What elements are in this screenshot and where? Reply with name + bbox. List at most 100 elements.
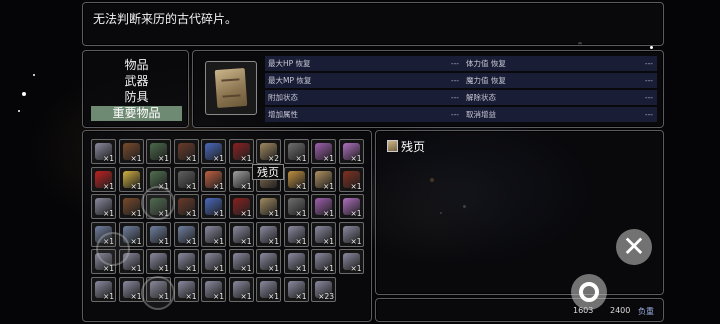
item-count: ×1 xyxy=(322,181,334,191)
inventory-slot[interactable]: ×1 xyxy=(256,249,281,274)
stat-label: 体力值 恢复 xyxy=(466,59,506,68)
virtual-button-ghost xyxy=(96,232,130,266)
inventory-slot[interactable]: ×1 xyxy=(228,166,254,192)
inventory-slot[interactable]: ×1 xyxy=(173,221,199,247)
item-count: ×1 xyxy=(102,181,114,191)
inventory-slot[interactable]: ×1 xyxy=(228,221,254,247)
item-count: ×1 xyxy=(240,264,252,273)
item-count: ×1 xyxy=(185,154,197,163)
inventory-slot[interactable]: ×1 xyxy=(201,276,226,302)
category-key-items[interactable]: 重要物品 xyxy=(91,106,182,121)
inventory-slot[interactable]: ×1 xyxy=(283,194,309,219)
stat-value: --- xyxy=(450,59,459,68)
confirm-button[interactable] xyxy=(571,274,607,310)
inventory-slot[interactable]: ×1 xyxy=(311,249,336,274)
close-icon: ✕ xyxy=(622,230,646,263)
item-count: ×1 xyxy=(240,154,252,163)
scroll-page-icon xyxy=(387,140,398,152)
item-count: ×1 xyxy=(295,181,307,191)
item-count: ×1 xyxy=(322,236,334,246)
item-count: ×1 xyxy=(157,264,169,273)
inventory-slot[interactable]: ×1 xyxy=(91,166,116,192)
category-armor[interactable]: 防具 xyxy=(91,90,182,105)
weight-label: 负重 xyxy=(638,307,654,316)
item-count: ×1 xyxy=(102,154,114,163)
stat-value: --- xyxy=(450,93,459,102)
inventory-slot[interactable]: ×1 xyxy=(173,139,199,164)
scroll-page-icon xyxy=(205,61,257,115)
item-count: ×1 xyxy=(212,181,224,191)
inventory-slot[interactable]: ×1 xyxy=(201,249,226,274)
inventory-slot[interactable]: ×1 xyxy=(311,221,336,247)
inventory-slot[interactable]: ×1 xyxy=(173,166,199,192)
inventory-slot[interactable]: ×1 xyxy=(228,249,254,274)
item-count: ×1 xyxy=(350,209,362,218)
stat-row: 最大MP 恢复 --- xyxy=(265,73,463,88)
inventory-slot[interactable]: ×1 xyxy=(338,221,364,247)
inventory-slot[interactable]: ×1 xyxy=(338,139,364,164)
item-count: ×1 xyxy=(350,181,362,191)
inventory-slot[interactable]: ×1 xyxy=(311,166,336,192)
weight-panel: 1603 2400 负重 xyxy=(375,298,664,322)
item-count: ×1 xyxy=(130,209,142,218)
item-description-text: 无法判断来历的古代碎片。 xyxy=(93,12,238,26)
inventory-slot[interactable]: ×1 xyxy=(146,139,171,164)
inventory-slot[interactable]: ×1 xyxy=(201,194,226,219)
inventory-slot[interactable]: ×1 xyxy=(118,276,144,302)
item-count: ×1 xyxy=(212,209,224,218)
item-count: ×1 xyxy=(267,291,279,301)
inventory-slot[interactable]: ×1 xyxy=(201,221,226,247)
stat-row: 最大HP 恢复 --- xyxy=(265,56,463,71)
close-button[interactable]: ✕ xyxy=(616,229,652,265)
inventory-slot[interactable]: ×1 xyxy=(283,276,309,302)
stat-row: 解除状态 --- xyxy=(463,90,657,105)
inventory-slot[interactable]: ×1 xyxy=(201,166,226,192)
inventory-slot[interactable]: ×1 xyxy=(118,194,144,219)
inventory-slot[interactable]: ×1 xyxy=(256,276,281,302)
inventory-slot[interactable]: ×1 xyxy=(201,139,226,164)
stat-row: 取消增益 --- xyxy=(463,107,657,122)
inventory-slot[interactable]: ×1 xyxy=(91,139,116,164)
inventory-slot[interactable]: ×1 xyxy=(311,139,336,164)
stat-label: 最大MP 恢复 xyxy=(268,76,312,85)
inventory-slot[interactable]: ×1 xyxy=(146,249,171,274)
inventory-slot[interactable]: ×1 xyxy=(283,249,309,274)
inventory-slot[interactable]: ×1 xyxy=(91,194,116,219)
stat-label: 增加属性 xyxy=(268,110,298,119)
inventory-slot[interactable]: ×1 xyxy=(283,221,309,247)
inventory-slot[interactable]: ×1 xyxy=(118,166,144,192)
inventory-slot[interactable]: ×1 xyxy=(228,194,254,219)
inventory-slot[interactable]: ×1 xyxy=(338,194,364,219)
inventory-slot[interactable]: ×1 xyxy=(173,194,199,219)
inventory-slot[interactable]: ×1 xyxy=(256,221,281,247)
inventory-slot[interactable]: ×1 xyxy=(91,276,116,302)
inventory-slot[interactable]: ×1 xyxy=(146,221,171,247)
item-count: ×1 xyxy=(267,209,279,218)
inventory-slot[interactable]: ×1 xyxy=(228,276,254,302)
star-decoration xyxy=(33,74,35,76)
inventory-slot[interactable]: ×1 xyxy=(256,194,281,219)
stat-value: --- xyxy=(450,76,459,85)
inventory-slot[interactable]: ×1 xyxy=(283,166,309,192)
inventory-slot[interactable]: ×1 xyxy=(283,139,309,164)
item-count: ×23 xyxy=(318,291,334,301)
inventory-slot[interactable]: ×1 xyxy=(228,139,254,164)
inventory-slot[interactable]: ×1 xyxy=(173,249,199,274)
item-count: ×1 xyxy=(185,264,197,273)
category-weapons[interactable]: 武器 xyxy=(91,74,182,89)
inventory-slot[interactable]: ×1 xyxy=(118,139,144,164)
inventory-slot[interactable]: ×1 xyxy=(311,194,336,219)
item-count: ×1 xyxy=(267,236,279,246)
inventory-slot[interactable]: ×1 xyxy=(173,276,199,302)
star-decoration xyxy=(18,110,20,112)
inventory-slot[interactable]: ×23 xyxy=(311,276,336,302)
inventory-slot[interactable]: ×2 xyxy=(256,139,281,164)
inventory-slot[interactable]: ×1 xyxy=(338,249,364,274)
item-count: ×1 xyxy=(130,154,142,163)
virtual-button-ghost xyxy=(141,186,175,220)
inventory-slot[interactable]: ×1 xyxy=(338,166,364,192)
stat-label: 附加状态 xyxy=(268,93,298,102)
category-items[interactable]: 物品 xyxy=(91,58,182,73)
item-count: ×1 xyxy=(102,209,114,218)
item-count: ×1 xyxy=(350,236,362,246)
